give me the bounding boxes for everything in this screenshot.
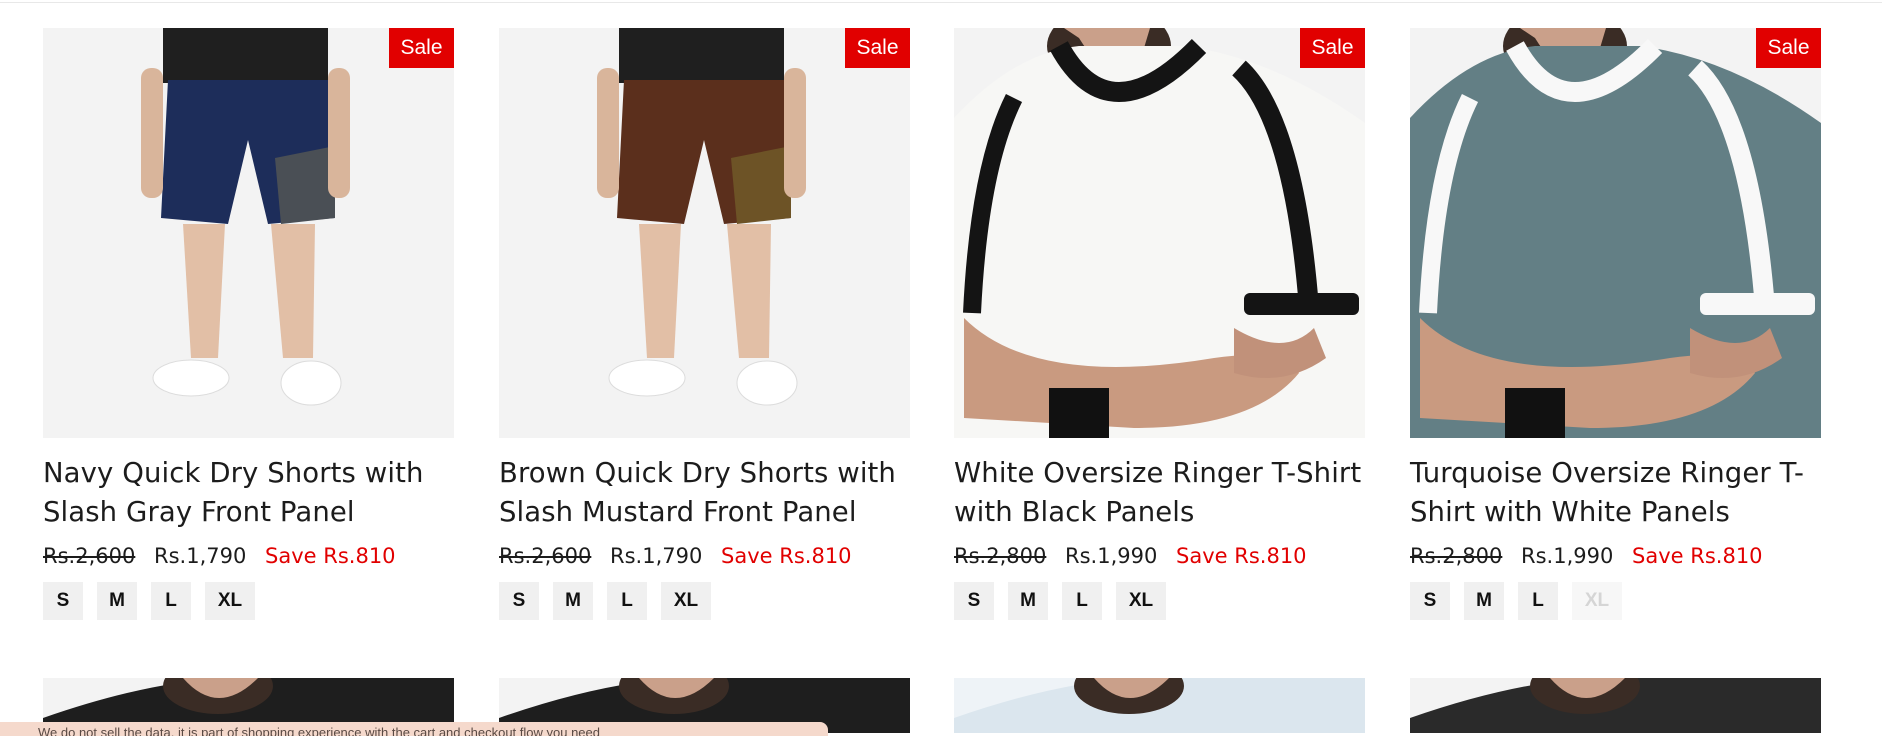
- product-photo-tshirt: [954, 28, 1365, 438]
- savings-label: Save Rs.810: [1176, 544, 1307, 568]
- size-options: S M L XL: [43, 582, 454, 620]
- price-row: Rs.2,800 Rs.1,990 Save Rs.810: [954, 541, 1365, 571]
- product-card[interactable]: Sale White Oversize Ringer T-Shirt with …: [954, 28, 1365, 620]
- size-options: S M L XL: [499, 582, 910, 620]
- product-card[interactable]: Sale Brown Quick Dry Shorts with Slash M…: [499, 28, 910, 620]
- sale-price: Rs.1,790: [610, 544, 703, 568]
- product-image[interactable]: Sale: [954, 28, 1365, 438]
- cookie-banner[interactable]: We do not sell the data, it is part of s…: [0, 722, 828, 736]
- cookie-banner-text: We do not sell the data, it is part of s…: [38, 725, 600, 736]
- size-options: S M L XL: [1410, 582, 1821, 620]
- size-chip-m[interactable]: M: [97, 582, 137, 620]
- compare-at-price: Rs.2,600: [499, 544, 592, 568]
- size-chip-xl[interactable]: XL: [661, 582, 711, 620]
- compare-at-price: Rs.2,600: [43, 544, 136, 568]
- compare-at-price: Rs.2,800: [954, 544, 1047, 568]
- sale-price: Rs.1,790: [154, 544, 247, 568]
- size-chip-s[interactable]: S: [954, 582, 994, 620]
- sale-badge: Sale: [1756, 28, 1821, 68]
- product-image[interactable]: Sale: [43, 28, 454, 438]
- product-photo-tshirt: [954, 678, 1365, 733]
- product-title[interactable]: Brown Quick Dry Shorts with Slash Mustar…: [499, 454, 919, 532]
- product-photo-shorts: [499, 28, 910, 438]
- price-row: Rs.2,800 Rs.1,990 Save Rs.810: [1410, 541, 1821, 571]
- product-photo-tshirt: [1410, 28, 1821, 438]
- product-title[interactable]: Turquoise Oversize Ringer T-Shirt with W…: [1410, 454, 1830, 532]
- price-row: Rs.2,600 Rs.1,790 Save Rs.810: [499, 541, 910, 571]
- product-photo-tshirt: [1410, 678, 1821, 733]
- sale-badge: Sale: [845, 28, 910, 68]
- product-image[interactable]: Sale: [499, 28, 910, 438]
- size-chip-s[interactable]: S: [43, 582, 83, 620]
- sale-price: Rs.1,990: [1065, 544, 1158, 568]
- compare-at-price: Rs.2,800: [1410, 544, 1503, 568]
- sale-badge: Sale: [1300, 28, 1365, 68]
- header-divider: [0, 2, 1882, 3]
- size-chip-m[interactable]: M: [1008, 582, 1048, 620]
- size-chip-m[interactable]: M: [1464, 582, 1504, 620]
- savings-label: Save Rs.810: [265, 544, 396, 568]
- product-image-row2[interactable]: [954, 678, 1365, 733]
- product-image-row2[interactable]: [1410, 678, 1821, 733]
- product-photo-shorts: [43, 28, 454, 438]
- size-chip-s[interactable]: S: [499, 582, 539, 620]
- product-image[interactable]: Sale: [1410, 28, 1821, 438]
- size-chip-xl[interactable]: XL: [1116, 582, 1166, 620]
- product-card[interactable]: Sale Turquoise Oversize Ringer T-Shirt w…: [1410, 28, 1821, 620]
- size-options: S M L XL: [954, 582, 1365, 620]
- size-chip-s[interactable]: S: [1410, 582, 1450, 620]
- product-title[interactable]: Navy Quick Dry Shorts with Slash Gray Fr…: [43, 454, 463, 532]
- size-chip-xl[interactable]: XL: [205, 582, 255, 620]
- size-chip-m[interactable]: M: [553, 582, 593, 620]
- price-row: Rs.2,600 Rs.1,790 Save Rs.810: [43, 541, 454, 571]
- product-card[interactable]: Sale Navy Quick Dry Shorts with Slash Gr…: [43, 28, 454, 620]
- size-chip-l[interactable]: L: [1062, 582, 1102, 620]
- size-chip-l[interactable]: L: [607, 582, 647, 620]
- size-chip-xl-unavailable: XL: [1572, 582, 1622, 620]
- product-title[interactable]: White Oversize Ringer T-Shirt with Black…: [954, 454, 1374, 532]
- size-chip-l[interactable]: L: [151, 582, 191, 620]
- sale-price: Rs.1,990: [1521, 544, 1614, 568]
- sale-badge: Sale: [389, 28, 454, 68]
- savings-label: Save Rs.810: [1632, 544, 1763, 568]
- size-chip-l[interactable]: L: [1518, 582, 1558, 620]
- savings-label: Save Rs.810: [721, 544, 852, 568]
